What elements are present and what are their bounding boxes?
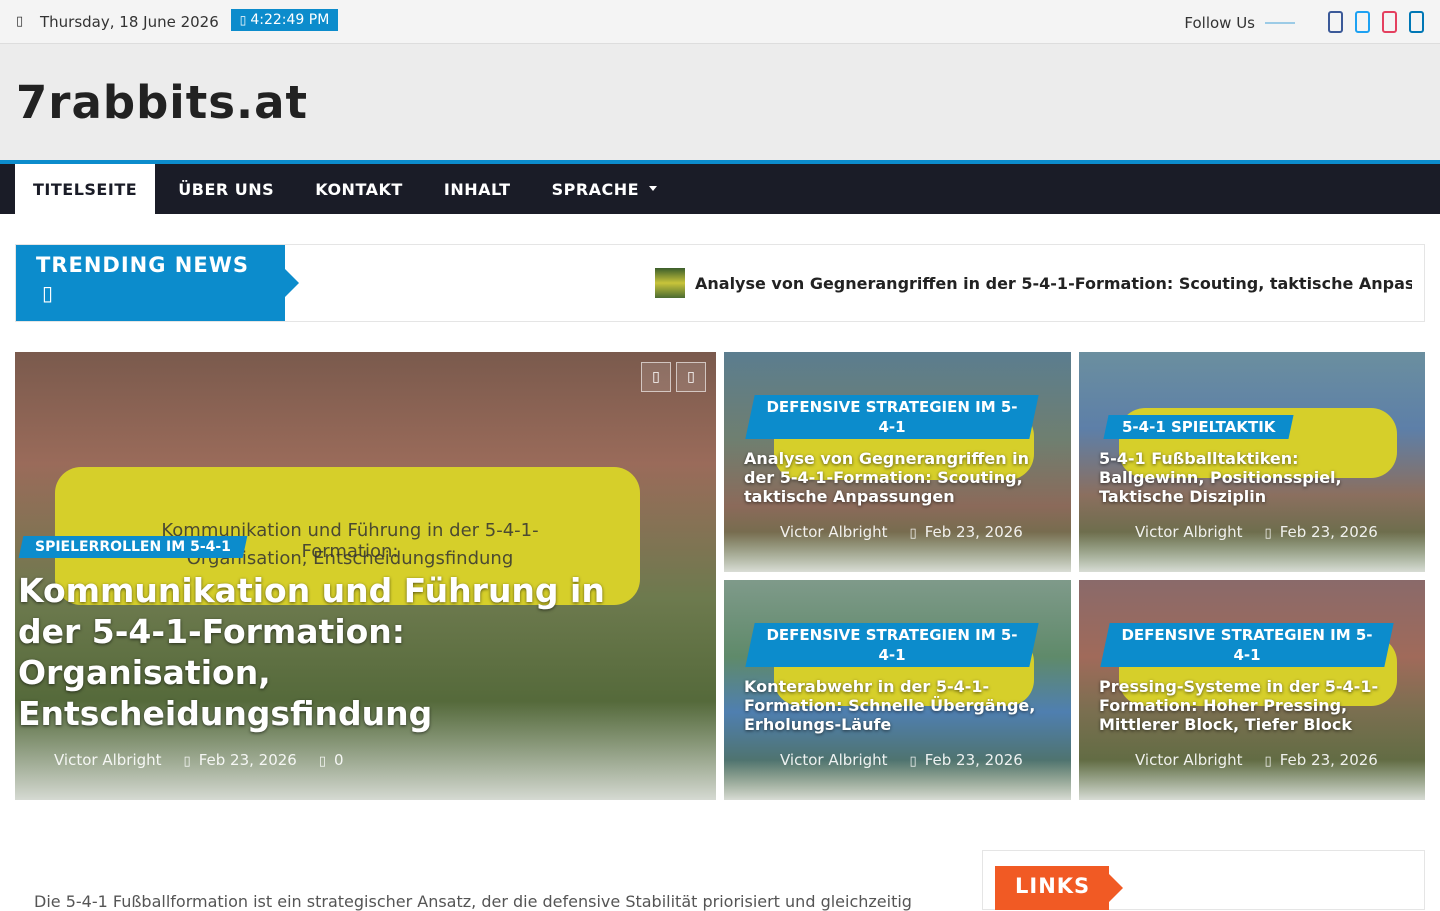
facebook-icon[interactable]	[1328, 11, 1343, 33]
nav-item-titelseite[interactable]: TITELSEITE	[15, 164, 156, 214]
featured-title[interactable]: Kommunikation und Führung in der 5-4-1-F…	[18, 570, 658, 734]
post-category-label: DEFENSIVE STRATEGIEN IM 5-4-1	[766, 626, 1018, 664]
post-date-wrap: ▯ Feb 23, 2026	[1265, 523, 1378, 541]
site-header: 7rabbits.at	[0, 44, 1440, 160]
bolt-icon: ▯	[42, 281, 55, 305]
post-category-label: DEFENSIVE STRATEGIEN IM 5-4-1	[1121, 626, 1373, 664]
current-date: Thursday, 18 June 2026	[40, 12, 219, 31]
current-time: 4:22:49 PM	[250, 11, 330, 28]
links-heading: LINKS	[995, 866, 1123, 910]
post-category[interactable]: 5-4-1 SPIELTAKTIK	[1103, 415, 1294, 439]
current-time-badge: ▯ 4:22:49 PM	[230, 8, 339, 31]
post-date-wrap: ▯ Feb 23, 2026	[1265, 751, 1378, 769]
twitter-icon[interactable]	[1355, 11, 1370, 33]
post-meta: Victor Albright ▯ Feb 23, 2026	[780, 751, 1023, 769]
featured-author[interactable]: Victor Albright	[54, 751, 162, 769]
featured-category[interactable]: SPIELERROLLEN IM 5-4-1	[18, 536, 248, 558]
site-title[interactable]: 7rabbits.at	[16, 76, 308, 129]
nav-menu: TITELSEITE ÜBER UNS KONTAKT INHALT SPRAC…	[15, 164, 675, 214]
prev-slide-button[interactable]: ▯	[641, 362, 671, 392]
trending-headline-item[interactable]: Analyse von Gegnerangriffen in der 5-4-1…	[655, 268, 1412, 298]
calendar-icon: ▯	[16, 14, 24, 29]
post-card[interactable]: DEFENSIVE STRATEGIEN IM 5-4-1 Pressing-S…	[1079, 580, 1425, 800]
featured-category-label: SPIELERROLLEN IM 5-4-1	[35, 539, 231, 555]
post-date: Feb 23, 2026	[924, 751, 1023, 769]
article-excerpt: Die 5-4-1 Fußballformation ist ein strat…	[34, 892, 912, 911]
post-card[interactable]: 5-4-1 SPIELTAKTIK 5-4-1 Fußballtaktiken:…	[1079, 352, 1425, 572]
post-category-label: DEFENSIVE STRATEGIEN IM 5-4-1	[766, 398, 1018, 436]
post-date: Feb 23, 2026	[1279, 751, 1378, 769]
clock-icon: ▯	[1264, 754, 1272, 769]
post-date-wrap: ▯ Feb 23, 2026	[910, 751, 1023, 769]
trending-label-text: TRENDING NEWS	[36, 253, 249, 277]
featured-date-wrap: ▯ Feb 23, 2026	[184, 751, 297, 769]
post-title[interactable]: Konterabwehr in der 5-4-1-Formation: Sch…	[744, 677, 1054, 734]
post-author[interactable]: Victor Albright	[1135, 523, 1243, 541]
post-date: Feb 23, 2026	[1279, 523, 1378, 541]
follow-divider	[1265, 22, 1295, 24]
nav-item-inhalt[interactable]: INHALT	[426, 164, 529, 214]
sidebar-links-widget: LINKS	[982, 850, 1425, 910]
post-meta: Victor Albright ▯ Feb 23, 2026	[780, 523, 1023, 541]
follow-us-label: Follow Us	[1184, 14, 1255, 32]
comment-icon: ▯	[318, 754, 326, 769]
clock-icon: ▯	[239, 12, 247, 27]
post-card[interactable]: DEFENSIVE STRATEGIEN IM 5-4-1 Konterabwe…	[724, 580, 1071, 800]
post-card[interactable]: DEFENSIVE STRATEGIEN IM 5-4-1 Analyse vo…	[724, 352, 1071, 572]
follow-us: Follow Us	[1184, 14, 1295, 32]
featured-date: Feb 23, 2026	[198, 751, 297, 769]
post-category[interactable]: DEFENSIVE STRATEGIEN IM 5-4-1	[745, 623, 1039, 667]
post-meta: Victor Albright ▯ Feb 23, 2026	[1135, 751, 1378, 769]
post-date-wrap: ▯ Feb 23, 2026	[910, 523, 1023, 541]
post-author[interactable]: Victor Albright	[780, 523, 888, 541]
post-category[interactable]: DEFENSIVE STRATEGIEN IM 5-4-1	[745, 395, 1039, 439]
clock-icon: ▯	[183, 754, 191, 769]
top-bar: ▯ Thursday, 18 June 2026 ▯ 4:22:49 PM Fol…	[0, 0, 1440, 44]
post-meta: Victor Albright ▯ Feb 23, 2026	[1135, 523, 1378, 541]
post-category-label: 5-4-1 SPIELTAKTIK	[1122, 418, 1276, 436]
instagram-icon[interactable]	[1382, 11, 1397, 33]
post-title[interactable]: Analyse von Gegnerangriffen in der 5-4-1…	[744, 449, 1054, 506]
featured-meta: Victor Albright ▯ Feb 23, 2026 ▯ 0	[54, 751, 344, 769]
post-author[interactable]: Victor Albright	[1135, 751, 1243, 769]
post-date: Feb 23, 2026	[924, 523, 1023, 541]
featured-comments: 0	[333, 751, 344, 769]
post-author[interactable]: Victor Albright	[780, 751, 888, 769]
nav-item-ueber-uns[interactable]: ÜBER UNS	[160, 164, 292, 214]
caret-down-icon	[649, 185, 658, 191]
linkedin-icon[interactable]	[1409, 11, 1424, 33]
trending-news-bar: TRENDING NEWS ▯ Analyse von Gegnerangrif…	[15, 244, 1425, 322]
nav-item-sprache-label: SPRACHE	[551, 179, 640, 199]
trending-label: TRENDING NEWS ▯	[16, 245, 299, 321]
nav-item-kontakt[interactable]: KONTAKT	[297, 164, 421, 214]
clock-icon: ▯	[909, 754, 917, 769]
next-slide-button[interactable]: ▯	[676, 362, 706, 392]
post-category[interactable]: DEFENSIVE STRATEGIEN IM 5-4-1	[1100, 623, 1394, 667]
post-title[interactable]: 5-4-1 Fußballtaktiken: Ballgewinn, Posit…	[1099, 449, 1399, 506]
featured-post[interactable]: Kommunikation und Führung in der 5-4-1-F…	[15, 352, 716, 800]
post-title[interactable]: Pressing-Systeme in der 5-4-1-Formation:…	[1099, 677, 1404, 734]
social-links	[1328, 11, 1424, 33]
featured-comments-wrap[interactable]: ▯ 0	[319, 751, 344, 769]
clock-icon: ▯	[909, 526, 917, 541]
main-navigation: TITELSEITE ÜBER UNS KONTAKT INHALT SPRAC…	[0, 160, 1440, 214]
trending-thumbnail	[655, 268, 685, 298]
trending-headline: Analyse von Gegnerangriffen in der 5-4-1…	[695, 273, 1412, 293]
clock-icon: ▯	[1264, 526, 1272, 541]
nav-item-sprache[interactable]: SPRACHE	[534, 164, 676, 214]
